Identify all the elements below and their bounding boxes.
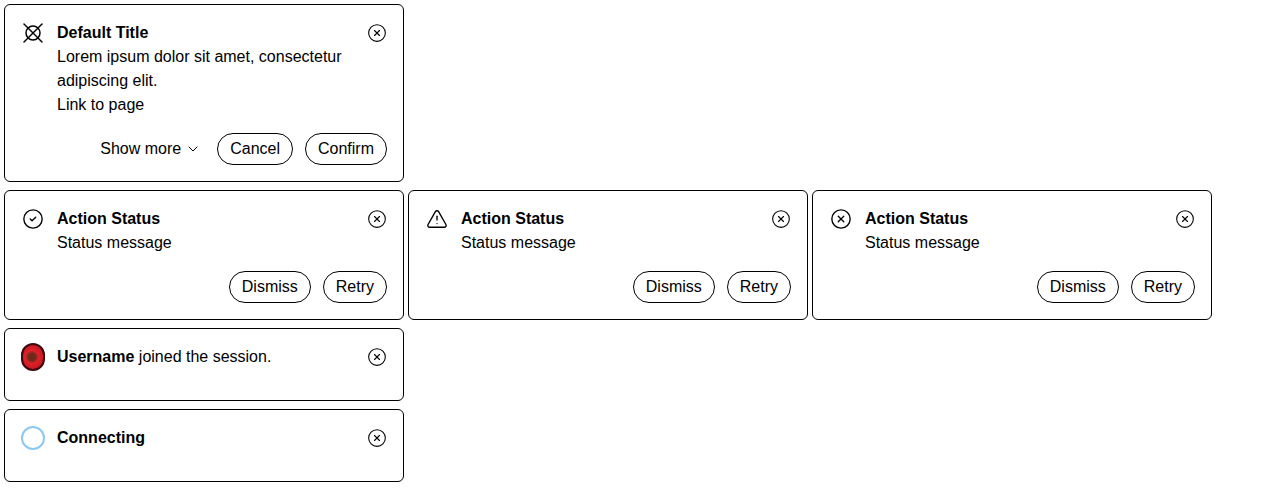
action-button[interactable]: Cancel xyxy=(217,133,293,165)
spinner-icon xyxy=(21,426,45,450)
notification-card: Default TitleLorem ipsum dolor sit amet,… xyxy=(4,4,404,182)
notification-row: Action StatusStatus messageDismissRetryA… xyxy=(4,190,1276,320)
action-button[interactable]: Dismiss xyxy=(1037,271,1119,303)
notification-title: Action Status xyxy=(865,207,1163,231)
notification-row: Default TitleLorem ipsum dolor sit amet,… xyxy=(4,4,1276,182)
action-button[interactable]: Confirm xyxy=(305,133,387,165)
notification-body: Status message xyxy=(461,231,759,255)
error-icon xyxy=(830,208,852,230)
action-button[interactable]: Retry xyxy=(323,271,387,303)
action-button[interactable]: Retry xyxy=(727,271,791,303)
notification-title: Action Status xyxy=(57,207,355,231)
notification-body: Status message xyxy=(57,231,355,255)
notification-title: Connecting xyxy=(57,426,355,450)
close-icon xyxy=(367,209,387,229)
notification-row: Username joined the session. xyxy=(4,328,1276,401)
notification-body: Lorem ipsum dolor sit amet, consectetur … xyxy=(57,45,355,93)
notification-card: Username joined the session. xyxy=(4,328,404,401)
action-button[interactable]: Dismiss xyxy=(229,271,311,303)
close-icon xyxy=(367,23,387,43)
warning-icon xyxy=(426,208,448,230)
action-button[interactable]: Dismiss xyxy=(633,271,715,303)
close-icon xyxy=(771,209,791,229)
close-button[interactable] xyxy=(367,345,387,369)
notification-row: Connecting xyxy=(4,409,1276,482)
user-avatar xyxy=(21,343,45,371)
close-icon xyxy=(1175,209,1195,229)
show-more-button[interactable]: Show more xyxy=(96,133,205,165)
notification-card: Action StatusStatus message Dismiss Retry xyxy=(408,190,808,320)
chevron-down-icon xyxy=(185,141,201,157)
placeholder-icon xyxy=(21,21,45,45)
close-button[interactable] xyxy=(771,207,791,231)
notification-title: Default Title xyxy=(57,21,355,45)
page-link[interactable]: Link to page xyxy=(57,93,355,117)
notification-card: Connecting xyxy=(4,409,404,482)
check-circle-icon xyxy=(22,208,44,230)
notification-title: Action Status xyxy=(461,207,759,231)
notification-body: Status message xyxy=(865,231,1163,255)
close-button[interactable] xyxy=(367,207,387,231)
close-button[interactable] xyxy=(367,426,387,450)
close-button[interactable] xyxy=(1175,207,1195,231)
notifications-page: Default TitleLorem ipsum dolor sit amet,… xyxy=(0,0,1280,504)
notification-message: Username joined the session. xyxy=(57,345,355,369)
action-button[interactable]: Retry xyxy=(1131,271,1195,303)
notification-card: Action StatusStatus message Dismiss Retry xyxy=(812,190,1212,320)
close-icon xyxy=(367,347,387,367)
close-icon xyxy=(367,428,387,448)
notification-card: Action StatusStatus message Dismiss Retry xyxy=(4,190,404,320)
close-button[interactable] xyxy=(367,21,387,45)
